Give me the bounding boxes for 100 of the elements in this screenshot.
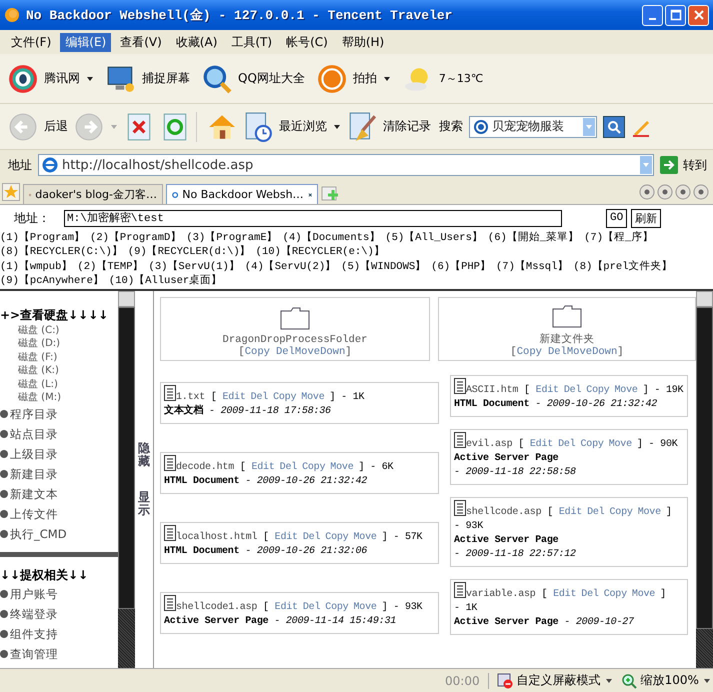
disk-link[interactable]: 磁盘 (C:) <box>0 324 118 338</box>
action-link[interactable]: Del <box>581 589 599 600</box>
folder-link[interactable]: (2)【ProgramD】 <box>90 231 182 245</box>
action-link[interactable]: Del <box>280 462 298 473</box>
menu-item[interactable]: 文件(F) <box>6 32 56 52</box>
tab-control-icon[interactable] <box>675 184 691 200</box>
round-logo-icon[interactable] <box>316 64 347 94</box>
folder-icon[interactable] <box>552 304 582 328</box>
action-link[interactable]: Edit <box>222 392 246 403</box>
action-link[interactable]: Edit <box>274 602 298 613</box>
tab-control-icon[interactable] <box>693 184 709 200</box>
action-link[interactable]: Copy <box>604 589 627 600</box>
action-link[interactable]: Edit <box>251 462 275 473</box>
dropdown-caret-icon[interactable] <box>382 74 391 82</box>
action-link[interactable]: Down <box>320 346 346 358</box>
zoom-button[interactable]: 缩放100% <box>620 672 711 689</box>
disk-link[interactable]: 磁盘 (D:) <box>0 337 118 351</box>
tool-link[interactable]: 程序目录 <box>10 406 58 422</box>
tool-link[interactable]: 终端登录 <box>10 606 58 622</box>
menu-item[interactable]: 收藏(A) <box>170 32 222 52</box>
folder-link[interactable]: (8)【prel文件夹】 <box>573 260 673 274</box>
disk-link[interactable]: 磁盘 (K:) <box>0 364 118 378</box>
folder-link[interactable]: (7)【Mssql】 <box>496 260 568 274</box>
clock-page-icon[interactable] <box>243 112 273 142</box>
disk-link[interactable]: 磁盘 (F:) <box>0 350 118 364</box>
action-link[interactable]: Copy <box>244 346 270 358</box>
scrollbar[interactable] <box>696 291 713 668</box>
toolbar-link[interactable]: QQ网址大全 <box>238 70 305 87</box>
action-link[interactable]: Edit <box>553 589 576 600</box>
monitor-icon[interactable] <box>106 64 136 94</box>
tab-control-icon[interactable] <box>657 184 673 200</box>
minimize-button[interactable] <box>642 4 663 26</box>
folder-link[interactable]: (9)【RECYCLER(d:\)】 <box>128 245 251 259</box>
disk-link[interactable]: 磁盘 (M:) <box>0 391 118 404</box>
file-name[interactable]: shellcode.asp <box>466 507 542 518</box>
folder-name[interactable]: 新建文件夹 <box>540 332 594 346</box>
action-link[interactable]: Copy <box>273 392 296 403</box>
action-link[interactable]: Del <box>302 532 320 543</box>
folder-link[interactable]: (3)【ProgramE】 <box>186 231 278 245</box>
action-link[interactable]: Copy <box>580 439 604 450</box>
action-link[interactable]: Del <box>302 602 320 613</box>
search-button[interactable] <box>603 116 625 138</box>
dropdown-caret-icon[interactable] <box>333 122 341 130</box>
action-link[interactable]: Down <box>592 346 618 358</box>
tool-link[interactable]: 执行_CMD <box>10 526 67 542</box>
menu-item[interactable]: 帮助(H) <box>336 32 390 52</box>
go-button[interactable]: 转到 <box>660 156 707 174</box>
tool-link[interactable]: 新建目录 <box>10 466 58 482</box>
dropdown-caret-icon[interactable] <box>86 74 94 82</box>
action-link[interactable]: Move <box>354 532 377 543</box>
action-link[interactable]: Del <box>558 439 576 450</box>
action-link[interactable]: Move <box>294 346 320 358</box>
toolbar-link[interactable]: 拍拍 <box>352 70 377 87</box>
tool-link[interactable]: 用户账号 <box>10 586 58 602</box>
folder-link[interactable]: (6)【開始_菜單】 <box>488 231 580 245</box>
scrollbar[interactable] <box>118 291 135 668</box>
action-link[interactable]: Move <box>638 507 661 518</box>
folder-link[interactable]: (5)【All_Users】 <box>385 231 483 245</box>
action-link[interactable]: Edit <box>558 507 582 518</box>
folder-link[interactable]: (10)【Alluser桌面】 <box>108 274 222 288</box>
folder-link[interactable]: (1)【wmpub】 <box>0 260 72 274</box>
maximize-button[interactable] <box>665 4 686 26</box>
file-name[interactable]: variable.asp <box>466 589 536 600</box>
file-name[interactable]: evil.asp <box>466 439 512 450</box>
star-icon[interactable] <box>2 183 20 201</box>
filter-mode-button[interactable]: 自定义屏蔽模式 <box>496 672 613 689</box>
action-link[interactable]: Move <box>330 462 354 473</box>
close-button[interactable] <box>688 4 709 26</box>
action-link[interactable]: Move <box>614 385 638 396</box>
action-link[interactable]: Copy <box>302 462 326 473</box>
browser-tab[interactable]: No Backdoor Websh… <box>166 184 318 204</box>
file-name[interactable]: shellcode1.asp <box>176 602 258 613</box>
magnifier-icon[interactable] <box>202 64 232 94</box>
action-link[interactable]: Del <box>276 346 295 358</box>
folder-link[interactable]: (4)【ServU(2)】 <box>244 260 336 274</box>
disk-link[interactable]: 磁盘 (L:) <box>0 378 118 392</box>
action-link[interactable]: Move <box>301 392 325 403</box>
action-link[interactable]: Copy <box>325 532 348 543</box>
folder-link[interactable]: (3)【ServU(1)】 <box>148 260 240 274</box>
tool-link[interactable]: 组件支持 <box>10 626 58 642</box>
tool-link[interactable]: 站点目录 <box>10 426 58 442</box>
action-link[interactable]: Del <box>548 346 567 358</box>
folder-link[interactable]: (1)【Program】 <box>0 231 86 245</box>
folder-link[interactable]: (4)【Documents】 <box>282 231 380 245</box>
action-link[interactable]: Copy <box>516 346 542 358</box>
action-link[interactable]: Edit <box>536 385 559 396</box>
folder-icon[interactable] <box>280 306 310 330</box>
action-link[interactable]: Move <box>566 346 592 358</box>
action-link[interactable]: Edit <box>530 439 554 450</box>
toolbar-button-label[interactable]: 最近浏览 <box>279 118 327 135</box>
folder-link[interactable]: (10)【RECYCLER(e:\)】 <box>256 245 385 259</box>
menu-item[interactable]: 查看(V) <box>115 32 167 52</box>
folder-name[interactable]: DragonDropProcessFolder <box>222 334 368 346</box>
file-name[interactable]: 1.txt <box>176 392 206 403</box>
file-name[interactable]: localhost.html <box>176 532 258 543</box>
go-button[interactable]: GO <box>606 208 628 228</box>
action-link[interactable]: Copy <box>609 507 633 518</box>
toolbar-link[interactable]: 腾讯网 <box>44 70 80 87</box>
action-link[interactable]: Copy <box>586 385 610 396</box>
action-link[interactable]: Del <box>587 507 604 518</box>
